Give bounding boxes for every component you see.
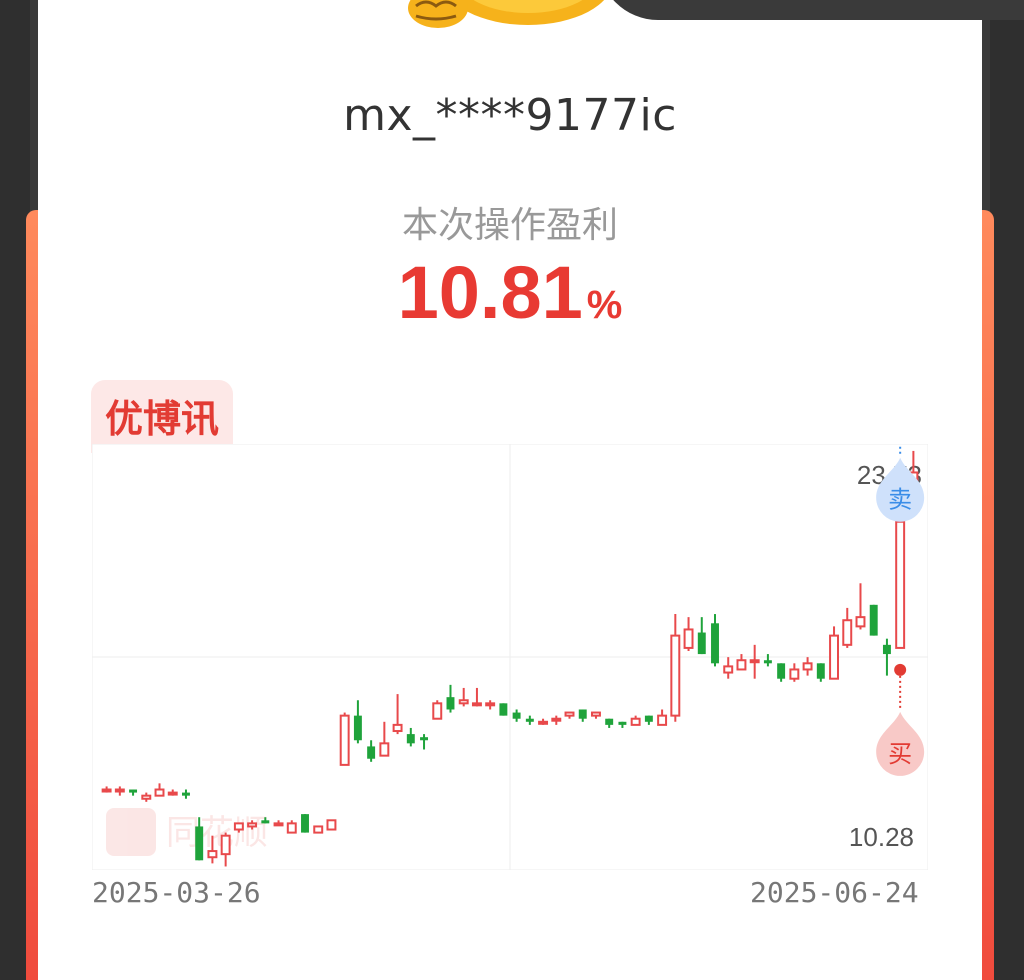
card-top-notch: [598, 0, 1024, 20]
candle-body: [605, 718, 614, 725]
watermark: 同花顺: [106, 808, 268, 856]
candle-body: [114, 788, 125, 793]
candle-body: [353, 715, 362, 741]
candle-body: [829, 634, 839, 680]
candle-body: [220, 834, 231, 856]
candle-body: [789, 668, 800, 680]
date-end-label: 2025-06-24: [750, 876, 919, 909]
candle-body: [842, 619, 853, 646]
candle-body: [129, 789, 138, 793]
profit-number: 10.81: [397, 251, 583, 334]
candle-body: [446, 697, 455, 710]
candle-body: [367, 746, 376, 759]
buy-point-dot: [894, 663, 907, 676]
candle-body: [499, 703, 508, 716]
candle-body: [711, 623, 719, 664]
profit-share-card: mx_****9177ic 本次操作盈利 10.81% 优博讯 同花顺 23.7…: [38, 0, 1024, 980]
candle-body: [855, 616, 866, 628]
stock-name-tag: 优博讯: [91, 380, 234, 453]
watermark-text: 同花顺: [166, 813, 268, 853]
candle-body: [392, 723, 403, 733]
candle-body: [420, 737, 428, 741]
candle-body: [339, 714, 350, 766]
candle-body: [551, 717, 562, 722]
candle-body: [167, 791, 178, 796]
candle-body: [301, 814, 309, 833]
candle-body: [736, 659, 747, 671]
date-start-label: 2025-03-26: [92, 876, 261, 909]
background-panel-right: [990, 0, 1024, 980]
candle-body: [525, 718, 534, 722]
candle-body: [630, 717, 641, 726]
buy-marker-label: 买: [888, 740, 912, 768]
candle-body: [644, 715, 653, 722]
candle-body: [723, 665, 734, 674]
profit-value: 10.81%: [38, 250, 982, 335]
candle-body: [406, 734, 415, 744]
candle-body: [326, 819, 337, 831]
username: mx_****9177ic: [343, 90, 677, 141]
share-frame-right: [980, 210, 994, 980]
price-low-label: 10.28: [849, 822, 914, 852]
candle-body: [432, 702, 443, 720]
candle-body: [591, 711, 601, 717]
candle-body: [882, 644, 891, 655]
candle-body: [182, 792, 190, 796]
candle-body: [777, 663, 786, 679]
candle-body: [195, 826, 204, 861]
candle-body: [564, 711, 575, 717]
candle-body: [485, 702, 496, 707]
candle-body: [233, 822, 244, 831]
candle-body: [273, 822, 284, 827]
candle-body: [816, 663, 825, 679]
candle-body: [207, 850, 218, 859]
candle-body: [313, 825, 324, 834]
candle-body: [154, 788, 165, 797]
candle-body: [471, 702, 482, 707]
candle-body: [670, 634, 681, 717]
mascot-icon: [408, 0, 605, 28]
profit-label: 本次操作盈利: [401, 205, 618, 246]
candle-body: [512, 712, 521, 719]
sell-marker-label: 卖: [888, 486, 912, 514]
candle-body: [749, 659, 760, 664]
candle-body: [697, 632, 706, 655]
candle-body: [618, 721, 627, 725]
watermark-logo-icon: [106, 808, 156, 856]
candle-body: [261, 820, 270, 824]
candle-body: [895, 520, 906, 649]
candle-body: [802, 662, 813, 671]
candle-body: [141, 794, 152, 800]
candle-body: [458, 699, 469, 705]
candle-body: [379, 742, 390, 757]
candle-body: [869, 604, 878, 636]
candle-body: [286, 822, 297, 834]
candle-body: [578, 709, 587, 719]
candle-body: [538, 720, 549, 725]
candle-body: [763, 660, 772, 664]
candlestick-chart: 同花顺 23.73 10.28 卖买: [92, 444, 928, 870]
candle-body: [683, 628, 694, 649]
profit-unit: %: [586, 283, 623, 327]
candle-body: [657, 714, 668, 726]
candle-body: [247, 822, 258, 828]
candle-body: [101, 788, 112, 793]
